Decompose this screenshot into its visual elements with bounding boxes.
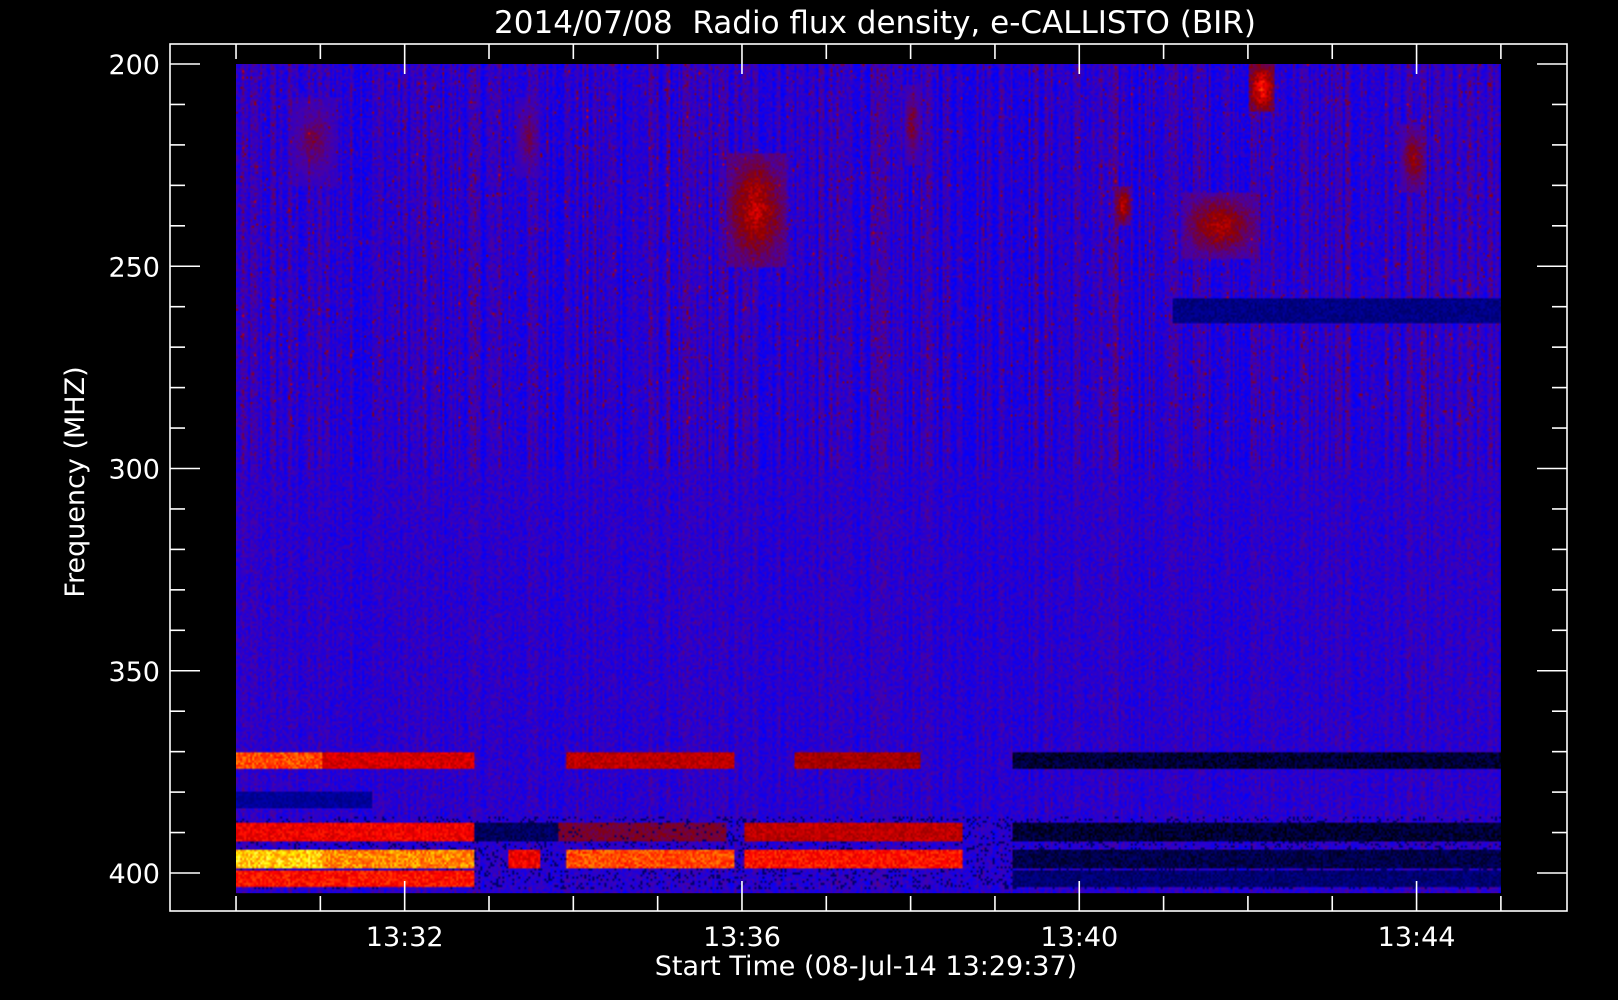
x-tick-label: 13:44 [1378,922,1456,953]
spectrogram-image [236,64,1501,894]
x-tick-label: 13:36 [703,922,781,953]
x-tick-label: 13:40 [1040,922,1118,953]
y-axis-label: Frequency (MHZ) [60,366,91,597]
spectrogram-figure: 2014/07/08 Radio flux density, e-CALLIST… [0,0,1618,1000]
y-tick-label: 400 [108,859,160,890]
y-tick-label: 200 [108,50,160,81]
x-axis-label: Start Time (08-Jul-14 13:29:37) [655,951,1077,982]
y-tick-label: 300 [108,455,160,486]
y-tick-label: 350 [108,657,160,688]
y-tick-label: 250 [108,252,160,283]
chart-title: 2014/07/08 Radio flux density, e-CALLIST… [494,5,1256,41]
heatmap-area [236,64,1501,894]
x-tick-label: 13:32 [366,922,444,953]
